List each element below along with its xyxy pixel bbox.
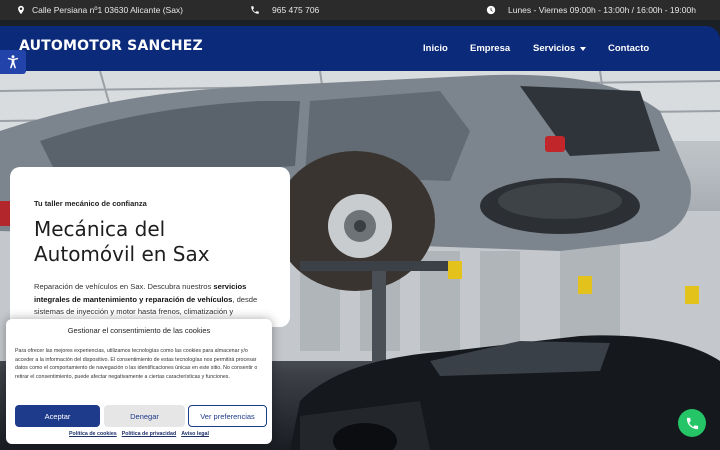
cookie-policy-links: Política de cookies Política de privacid…: [6, 431, 272, 437]
nav-link-empresa[interactable]: Empresa: [470, 43, 510, 54]
cookie-dialog-body: Para ofrecer las mejores experiencias, u…: [15, 348, 258, 380]
hero-tagline: Tu taller mecánico de confianza: [34, 199, 147, 208]
cookie-consent-dialog: Gestionar el consentimiento de las cooki…: [6, 319, 272, 444]
nav-link-servicios[interactable]: Servicios: [533, 43, 575, 54]
cookie-policy-link[interactable]: Política de cookies: [69, 431, 117, 437]
site-logo[interactable]: AUTOMOTOR SANCHEZ: [19, 38, 203, 54]
whatsapp-icon: [686, 417, 698, 429]
main-navigation: AUTOMOTOR SANCHEZ Inicio Empresa Servici…: [0, 26, 720, 71]
hero-title-line2: Automóvil en Sax: [34, 242, 210, 266]
hero-title: Mecánica del Automóvil en Sax: [34, 217, 284, 267]
cookie-dialog-title: Gestionar el consentimiento de las cooki…: [67, 326, 211, 335]
nav-item-servicios[interactable]: Servicios: [533, 26, 587, 71]
hero-description: Reparación de vehículos en Sax. Descubra…: [34, 281, 270, 319]
whatsapp-button[interactable]: [678, 409, 706, 437]
nav-link-inicio[interactable]: Inicio: [423, 43, 448, 54]
hero-card: Tu taller mecánico de confianza Mecánica…: [10, 167, 290, 327]
address-text: Calle Persiana nº1 03630 Alicante (Sax): [32, 5, 183, 15]
hours-text: Lunes - Viernes 09:00h - 13:00h / 16:00h…: [508, 5, 696, 15]
privacy-policy-link[interactable]: Política de privacidad: [122, 431, 176, 437]
top-info-bar: Calle Persiana nº1 03630 Alicante (Sax) …: [0, 0, 720, 20]
address-info: Calle Persiana nº1 03630 Alicante (Sax): [16, 0, 183, 20]
hero-desc-start: Reparación de vehículos en Sax. Descubra…: [34, 282, 214, 291]
legal-notice-link[interactable]: Aviso legal: [181, 431, 209, 437]
accessibility-icon: [7, 55, 19, 69]
map-pin-icon: [18, 5, 24, 15]
phone-text[interactable]: 965 475 706: [272, 5, 319, 15]
nav-link-contacto[interactable]: Contacto: [608, 43, 649, 54]
hours-info: Lunes - Viernes 09:00h - 13:00h / 16:00h…: [486, 0, 696, 20]
accessibility-button[interactable]: [0, 50, 26, 74]
chevron-down-icon: [580, 46, 587, 51]
deny-cookies-button[interactable]: Denegar: [104, 405, 185, 427]
nav-item-contacto[interactable]: Contacto: [608, 26, 649, 71]
accept-cookies-button[interactable]: Aceptar: [15, 405, 100, 427]
phone-info[interactable]: 965 475 706: [250, 0, 319, 20]
view-preferences-button[interactable]: Ver preferencias: [188, 405, 267, 427]
clock-icon: [486, 5, 496, 15]
nav-item-empresa[interactable]: Empresa: [470, 26, 510, 71]
nav-item-inicio[interactable]: Inicio: [423, 26, 448, 71]
phone-icon: [251, 6, 259, 14]
hero-title-line1: Mecánica del: [34, 217, 166, 241]
